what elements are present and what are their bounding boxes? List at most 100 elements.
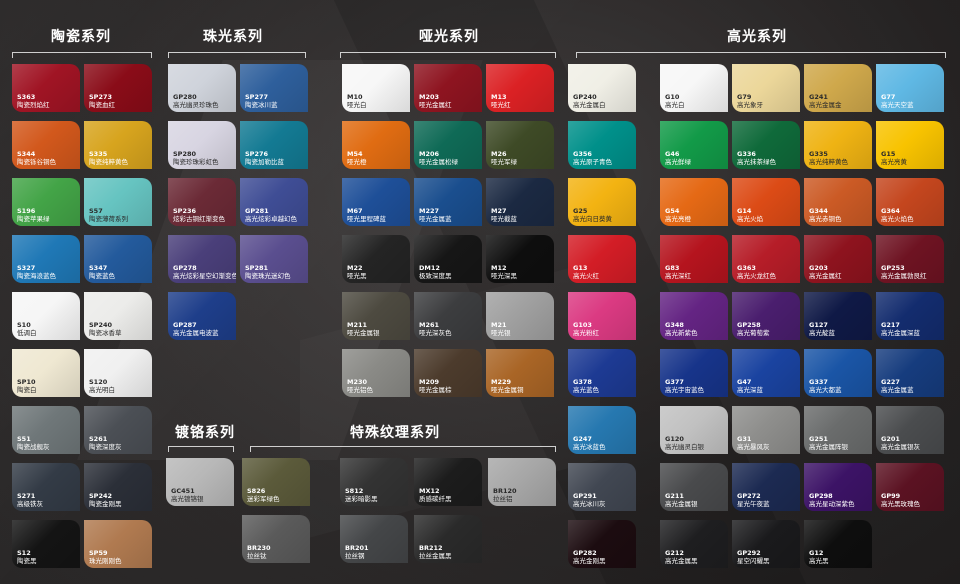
swatch-g336[interactable]: G336 高光抹茶绿色 [732,121,800,169]
swatch-m203[interactable]: M203 哑光金属红 [414,64,482,112]
swatch-br201[interactable]: BR201 拉丝钢 [340,515,408,563]
swatch-m211[interactable]: M211 哑光金属银 [342,292,410,340]
swatch-s363[interactable]: S363 陶瓷烈焰红 [12,64,80,112]
swatch-g348[interactable]: G348 高光新紫色 [660,292,728,340]
swatch-sp59[interactable]: SP59 珠光刚刚色 [84,520,152,568]
swatch-s10[interactable]: S10 低调白 [12,292,80,340]
swatch-sp242[interactable]: SP242 陶瓷金刚黑 [84,463,152,511]
swatch-m229[interactable]: M229 哑光金属铜 [486,349,554,397]
swatch-g46[interactable]: G46 高光鲜绿 [660,121,728,169]
swatch-gp292[interactable]: GP292 星空闪耀黑 [732,520,800,568]
swatch-g211[interactable]: G211 高光金属银 [660,463,728,511]
swatch-s57[interactable]: S57 陶瓷薄荷系列 [84,178,152,226]
swatch-code: BR230 [247,544,271,552]
swatch-s826[interactable]: S826 迷彩军绿色 [242,458,310,506]
swatch-s344[interactable]: S344 陶瓷铄谷铜色 [12,121,80,169]
swatch-g247[interactable]: G247 高光冰蓝色 [568,406,636,454]
swatch-g79[interactable]: G79 高光象牙 [732,64,800,112]
swatch-g227[interactable]: G227 高光金属蓝 [876,349,944,397]
swatch-s261[interactable]: S261 陶瓷深度灰 [84,406,152,454]
swatch-g15[interactable]: G15 高光亮黄 [876,121,944,169]
swatch-m27[interactable]: M27 哑光截蓝 [486,178,554,226]
swatch-dm12[interactable]: DM12 极致深度黑 [414,235,482,283]
swatch-m261[interactable]: M261 哑光深灰色 [414,292,482,340]
swatch-s327[interactable]: S327 陶瓷海浪蓝色 [12,235,80,283]
swatch-s335[interactable]: S335 陶瓷纯粹黄色 [84,121,152,169]
swatch-g363[interactable]: G363 高光火龙红色 [732,235,800,283]
swatch-gp282[interactable]: GP282 高光金刚黑 [568,520,636,568]
swatch-g77[interactable]: G77 高光天空蓝 [876,64,944,112]
swatch-gp281[interactable]: GP281 高光炫彩卓越幻色 [240,178,308,226]
swatch-g47[interactable]: G47 高光深蓝 [732,349,800,397]
swatch-g120[interactable]: G120 高光幽灵白银 [660,406,728,454]
swatch-gp278[interactable]: GP278 高光炫彩星空幻渐变色 [168,235,236,283]
swatch-gp240[interactable]: GP240 高光金属白 [568,64,636,112]
swatch-s347[interactable]: S347 陶瓷蓝色 [84,235,152,283]
swatch-g344[interactable]: G344 高光赤铜色 [804,178,872,226]
swatch-g13[interactable]: G13 高光火红 [568,235,636,283]
swatch-g241[interactable]: G241 高光金属金 [804,64,872,112]
swatch-sp236[interactable]: SP236 炫彩古铜红渐变色 [168,178,236,226]
swatch-sp281[interactable]: SP281 陶瓷珠光迷幻色 [240,235,308,283]
swatch-m21[interactable]: M21 哑光银 [486,292,554,340]
swatch-name: 陶瓷冰川蓝 [245,101,278,109]
swatch-gp287[interactable]: GP287 高光金属电波蓝 [168,292,236,340]
swatch-gp272[interactable]: GP272 星光午夜蓝 [732,463,800,511]
swatch-g127[interactable]: G127 高光靛蓝 [804,292,872,340]
swatch-g356[interactable]: G356 高光原子青色 [568,121,636,169]
swatch-g83[interactable]: G83 高光深红 [660,235,728,283]
swatch-s271[interactable]: S271 高级铁灰 [12,463,80,511]
swatch-gc451[interactable]: GC451 高光镀铬银 [166,458,234,506]
swatch-sp273[interactable]: SP273 陶瓷血红 [84,64,152,112]
swatch-sp280[interactable]: SP280 陶瓷珍珠彩虹色 [168,121,236,169]
swatch-sp10[interactable]: SP10 陶瓷白 [12,349,80,397]
swatch-g201[interactable]: G201 高光金属银灰 [876,406,944,454]
swatch-m10[interactable]: M10 哑光白 [342,64,410,112]
swatch-m67[interactable]: M67 哑光里程碑蓝 [342,178,410,226]
swatch-m54[interactable]: M54 哑光橙 [342,121,410,169]
swatch-gp280[interactable]: GP280 高光幽灵珍珠色 [168,64,236,112]
swatch-m206[interactable]: M206 哑光金属松绿 [414,121,482,169]
swatch-gp253[interactable]: GP253 高光金属勃艮红 [876,235,944,283]
swatch-br120[interactable]: BR120 拉丝铝 [488,458,556,506]
swatch-m22[interactable]: M22 哑光黑 [342,235,410,283]
swatch-sp277[interactable]: SP277 陶瓷冰川蓝 [240,64,308,112]
swatch-g212[interactable]: G212 高光金属黑 [660,520,728,568]
swatch-g12[interactable]: G12 高光黑 [804,520,872,568]
swatch-s120[interactable]: S120 高光明白 [84,349,152,397]
swatch-s51[interactable]: S51 陶瓷战舰灰 [12,406,80,454]
swatch-g25[interactable]: G25 高光向日葵黄 [568,178,636,226]
swatch-m12[interactable]: M12 哑光深黑 [486,235,554,283]
swatch-g203[interactable]: G203 高光金属红 [804,235,872,283]
swatch-g378[interactable]: G378 高光蓝色 [568,349,636,397]
swatch-g54[interactable]: G54 高光亮橙 [660,178,728,226]
swatch-g217[interactable]: G217 高光金属深蓝 [876,292,944,340]
swatch-g31[interactable]: G31 高光暴风灰 [732,406,800,454]
swatch-sp276[interactable]: SP276 陶瓷加勒比蓝 [240,121,308,169]
swatch-br212[interactable]: BR212 拉丝金属黑 [414,515,482,563]
swatch-gp298[interactable]: GP298 高光星动深紫色 [804,463,872,511]
swatch-code: GP258 [737,321,761,329]
swatch-m13[interactable]: M13 哑光红 [486,64,554,112]
swatch-g103[interactable]: G103 高光粉红 [568,292,636,340]
swatch-m227[interactable]: M227 哑光金属蓝 [414,178,482,226]
swatch-br230[interactable]: BR230 拉丝钛 [242,515,310,563]
swatch-s812[interactable]: S812 迷彩暗影黑 [340,458,408,506]
swatch-g377[interactable]: G377 高光宇宙蓝色 [660,349,728,397]
swatch-g364[interactable]: G364 高光火焰色 [876,178,944,226]
swatch-g337[interactable]: G337 高光大都蓝 [804,349,872,397]
swatch-s12[interactable]: S12 陶瓷黑 [12,520,80,568]
swatch-s196[interactable]: S196 陶瓷苹果绿 [12,178,80,226]
swatch-g335[interactable]: G335 高光纯粹黄色 [804,121,872,169]
swatch-g251[interactable]: G251 高光金属阵银 [804,406,872,454]
swatch-sp240[interactable]: SP240 陶瓷冰香草 [84,292,152,340]
swatch-m230[interactable]: M230 哑光铝色 [342,349,410,397]
swatch-mx12[interactable]: MX12 质感碳纤黑 [414,458,482,506]
swatch-gp99[interactable]: GP99 高光黑玫瑰色 [876,463,944,511]
swatch-m26[interactable]: M26 哑光军绿 [486,121,554,169]
swatch-g10[interactable]: G10 高光白 [660,64,728,112]
swatch-gp258[interactable]: GP258 高光葡萄紫 [732,292,800,340]
swatch-m209[interactable]: M209 哑光金属棕 [414,349,482,397]
swatch-g14[interactable]: G14 高光火焰 [732,178,800,226]
swatch-gp291[interactable]: GP291 高光冰川灰 [568,463,636,511]
